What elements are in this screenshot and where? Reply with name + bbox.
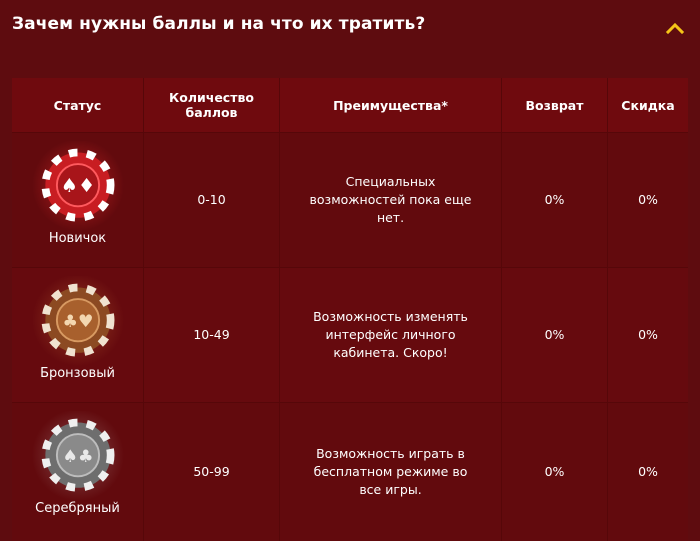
benefits-cell: Специальных возможностей пока еще нет. [280,133,502,267]
benefits-text: Возможность играть в бесплатном режиме в… [313,446,468,497]
refund-cell: 0% [502,268,608,402]
refund-cell: 0% [502,133,608,267]
points-cell: 50-99 [144,403,280,541]
status-label: Серебряный [35,501,120,516]
svg-text:♠♣: ♠♣ [62,447,93,467]
column-header-refund: Возврат [502,78,608,132]
section-title: Зачем нужны баллы и на что их тратить? [12,14,426,34]
svg-text:♠♦: ♠♦ [60,174,94,197]
discount-cell: 0% [638,192,658,207]
points-cell: 0-10 [144,133,280,267]
section-header: Зачем нужны баллы и на что их тратить? [0,0,700,60]
benefits-text: Возможность изменять интерфейс личного к… [313,309,468,360]
status-table: Статус Количество баллов Преимущества* В… [12,78,688,541]
silver-poker-chip-icon: ♠♣ [31,411,124,502]
svg-text:♣♥: ♣♥ [62,312,93,332]
table-row: ♣♥ Бронзовый 10-49 Возможность изменять … [12,268,688,403]
column-header-points-label: Количество баллов [169,90,254,120]
discount-cell: 0% [638,464,658,479]
chevron-up-icon[interactable] [664,20,686,36]
status-label: Новичок [48,231,107,246]
bronze-poker-chip-icon: ♣♥ [31,276,124,367]
column-header-discount: Скидка [621,97,675,113]
red-poker-chip-icon: ♠♦ [31,141,124,232]
column-header-status: Статус [12,78,144,132]
table-row: ♠♦ Новичок 0-10 Специальных возможностей… [12,133,688,268]
benefits-cell: Возможность играть в бесплатном режиме в… [280,403,502,541]
table-row: ♠♣ Серебряный 50-99 Возможность играть в… [12,403,688,541]
status-cell: ♣♥ Бронзовый [12,268,144,402]
status-label: Бронзовый [40,366,115,381]
column-header-benefits: Преимущества* [280,78,502,132]
table-header-row: Статус Количество баллов Преимущества* В… [12,78,688,133]
column-header-points: Количество баллов [144,78,280,132]
status-cell: ♠♣ Серебряный [12,403,144,541]
benefits-text: Специальных возможностей пока еще нет. [309,174,472,225]
discount-cell: 0% [638,327,658,342]
status-cell: ♠♦ Новичок [12,133,144,267]
refund-cell: 0% [502,403,608,541]
benefits-cell: Возможность изменять интерфейс личного к… [280,268,502,402]
points-cell: 10-49 [144,268,280,402]
